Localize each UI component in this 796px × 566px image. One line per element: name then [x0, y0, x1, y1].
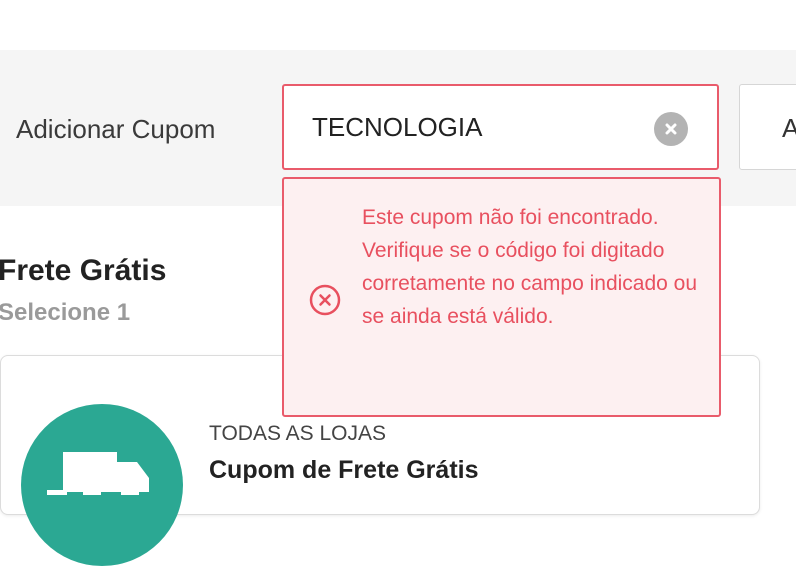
page-top	[0, 0, 796, 50]
close-icon	[665, 123, 677, 135]
apply-coupon-button[interactable]: Aplicar	[739, 84, 796, 170]
coupon-error-tooltip: Este cupom não foi encontrado. Verifique…	[282, 177, 721, 417]
section-subtitle: Selecione 1	[0, 299, 131, 326]
error-circle-x-icon	[309, 284, 341, 316]
coupon-error-message: Este cupom não foi encontrado. Verifique…	[362, 206, 698, 328]
coupon-store-label: TODAS AS LOJAS	[209, 422, 387, 445]
coupon-icon-circle	[21, 404, 183, 566]
clear-input-button[interactable]	[654, 112, 688, 146]
coupon-label: Adicionar Cupom	[16, 114, 216, 144]
truck-icon	[47, 452, 149, 495]
coupon-name: Cupom de Frete Grátis	[209, 456, 479, 484]
section-title: Frete Grátis	[0, 254, 167, 287]
